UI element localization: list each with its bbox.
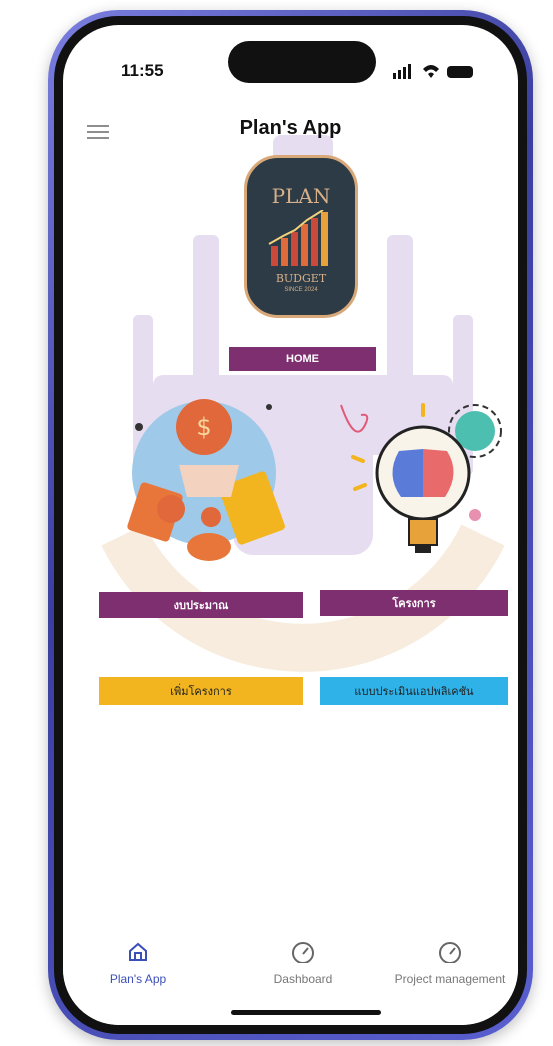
nav-item-plans-app[interactable]: Plan's App: [93, 941, 183, 986]
logo-subtitle: BUDGET: [275, 272, 327, 285]
battery-icon: [447, 66, 473, 78]
chart-graphic-icon: [268, 210, 328, 266]
nav-label-dashboard: Dashboard: [273, 972, 333, 986]
svg-text:$: $: [196, 413, 211, 441]
app-logo: PLAN BUDGET SINCE 2024: [244, 155, 358, 318]
nav-item-dashboard[interactable]: Dashboard: [253, 941, 353, 986]
project-button[interactable]: โครงการ: [320, 590, 508, 616]
logo-since: SINCE 2024: [284, 287, 318, 293]
logo-title: PLAN: [271, 184, 331, 208]
phone-frame: 11:55 Plan's App PLAN BUDGET SINCE 2024 …: [48, 10, 533, 1040]
project-idea-illustration: [340, 403, 502, 553]
nav-label-project-management: Project management: [394, 972, 506, 986]
budget-illustration: $: [127, 399, 285, 561]
evaluation-form-button[interactable]: แบบประเมินแอปพลิเคชัน: [320, 677, 508, 705]
nav-item-project-management[interactable]: Project management: [385, 941, 515, 986]
app-screen: 11:55 Plan's App PLAN BUDGET SINCE 2024 …: [63, 25, 518, 1025]
home-button[interactable]: HOME: [229, 347, 376, 371]
nav-label-plans-app: Plan's App: [109, 972, 167, 986]
status-time: 11:55: [121, 61, 164, 80]
signal-icon: [393, 64, 411, 79]
bottom-navigation: Plan's App Dashboard Project management: [63, 925, 518, 1025]
wifi-icon: [423, 65, 439, 78]
gauge-icon: [439, 942, 461, 964]
home-icon: [129, 942, 147, 961]
phone-bezel: 11:55 Plan's App PLAN BUDGET SINCE 2024 …: [54, 16, 527, 1034]
home-indicator: [231, 1010, 381, 1015]
add-project-button[interactable]: เพิ่มโครงการ: [99, 677, 303, 705]
gauge-icon: [292, 942, 314, 964]
budget-button[interactable]: งบประมาณ: [99, 592, 303, 618]
dynamic-island: [228, 41, 376, 83]
page-title: Plan's App: [239, 117, 342, 139]
status-icons: [393, 64, 473, 79]
